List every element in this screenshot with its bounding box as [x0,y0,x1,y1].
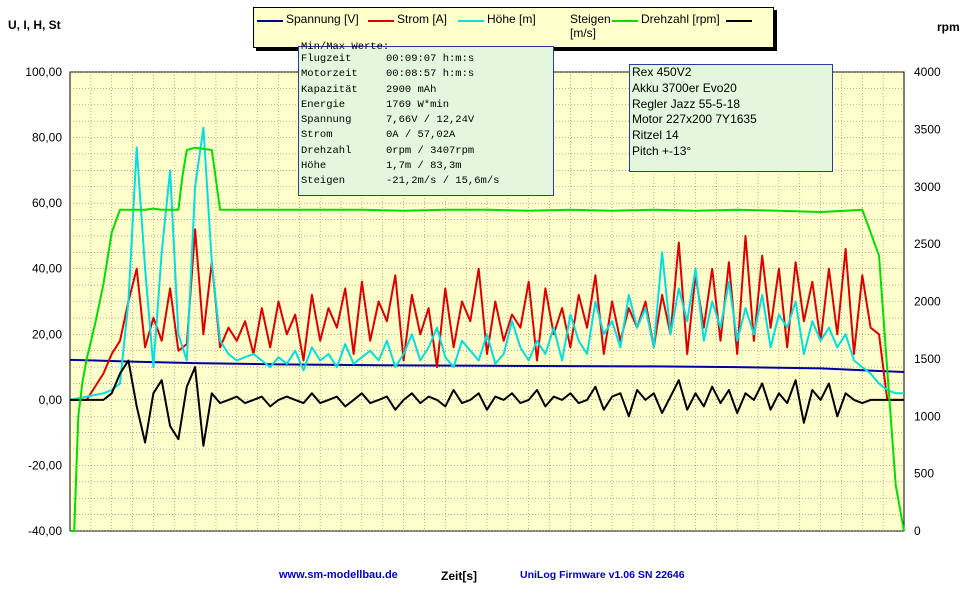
legend-label-strom: Strom [A] [397,12,448,26]
model-line: Regler Jazz 55-5-18 [632,96,741,111]
minmax-value: 1769 W*min [386,98,450,111]
minmax-row: Höhe 1,7m / 83,3m [299,159,553,174]
minmax-row: Spannung 7,66V / 12,24V [299,113,553,128]
x-axis-label: Zeit[s] [441,569,477,583]
left-tick-label: 20,00 [32,327,62,341]
minmax-label: Energie [301,98,346,111]
minmax-label: Höhe [301,160,327,173]
right-tick-label: 3000 [914,180,941,194]
right-tick-label: 500 [914,467,934,481]
legend-label-hoehe: Höhe [m] [487,12,536,26]
minmax-row: Strom 0A / 57,02A [299,128,553,143]
minmax-value: 0A / 57,02A [386,129,456,142]
minmax-value: 1,7m / 83,3m [386,160,462,173]
legend-swatch-strom [368,20,394,22]
left-axis-ticks: 100,00 80,00 60,00 40,00 20,00 0,00 -20,00 -40,… [25,65,62,538]
right-tick-label: 2000 [914,295,941,309]
minmax-value: 2900 mAh [386,83,437,96]
minmax-row: Kapazität 2900 mAh [299,83,553,98]
minmax-label: Strom [301,129,333,142]
left-tick-label: -20,00 [28,458,62,472]
minmax-value: 7,66V / 12,24V [386,114,475,127]
minmax-label: Steigen [301,175,346,188]
left-axis-label: U, I, H, St [8,18,61,32]
left-tick-label: 40,00 [32,262,62,276]
minmax-value: 0rpm / 3407rpm [386,144,475,157]
firmware-label: UniLog Firmware v1.06 SN 22646 [520,569,685,581]
legend-swatch-steigen [725,20,752,22]
minmax-label: Drehzahl [301,144,352,157]
legend-swatch-spannung [257,20,283,22]
legend-label-spannung: Spannung [V] [286,12,359,26]
left-tick-label: 0,00 [39,393,63,407]
minmax-label: Spannung [301,114,352,127]
minmax-row: Energie 1769 W*min [299,98,553,113]
minmax-box: Min/Max Werte: Flugzeit 00:09:07 h:m:s Mot… [298,41,554,196]
legend-swatch-hoehe [458,20,484,22]
minmax-label: Kapazität [301,83,358,96]
right-tick-label: 4000 [914,65,941,79]
minmax-row: Drehzahl 0rpm / 3407rpm [299,144,553,159]
minmax-row: Steigen -21,2m/s / 15,6m/s [299,174,553,189]
right-tick-label: 1000 [914,409,941,423]
left-tick-label: 80,00 [32,131,62,145]
right-tick-label: 1500 [914,352,941,366]
left-tick-label: -40,00 [28,524,62,538]
minmax-label: Flugzeit [301,53,352,65]
minmax-row: Motorzeit 00:08:57 h:m:s [299,67,553,82]
model-line: Akku 3700er Evo20 [632,80,737,95]
right-axis-label: rpm [937,20,960,34]
website-link[interactable]: www.sm-modellbau.de [279,569,398,581]
model-info-box: Rex 450V2 Akku 3700er Evo20 Regler Jazz … [629,64,833,172]
model-line: Motor 227x200 7Y1635 [632,112,757,127]
legend-item-spannung: Spannung [V] [257,12,359,26]
minmax-rows: Flugzeit 00:09:07 h:m:s Motorzeit 00:08:57 … [299,52,553,190]
right-axis-ticks: 4000 3500 3000 2500 2000 1500 1000 500 0 [914,65,941,538]
left-tick-label: 60,00 [32,196,62,210]
legend-item-drehzahl: Drehzahl [rpm] [612,12,755,26]
model-line: Ritzel 14 [632,128,679,143]
legend-item-strom: Strom [A] [368,12,447,26]
legend-label-drehzahl: Drehzahl [rpm] [641,12,720,26]
minmax-label: Motorzeit [301,68,358,81]
legend-item-hoehe: Höhe [m] [458,12,536,26]
minmax-value: 00:09:07 h:m:s [386,53,475,65]
right-tick-label: 2500 [914,237,941,251]
right-tick-label: 0 [914,524,921,538]
left-tick-label: 100,00 [25,65,62,79]
legend-swatch-drehzahl [612,20,638,22]
model-line: Pitch +-13° [632,143,692,158]
minmax-row: Flugzeit 00:09:07 h:m:s [299,52,553,67]
minmax-value: -21,2m/s / 15,6m/s [386,175,500,188]
minmax-value: 00:08:57 h:m:s [386,68,475,81]
right-tick-label: 3500 [914,122,941,136]
model-line: Rex 450V2 [632,65,692,79]
